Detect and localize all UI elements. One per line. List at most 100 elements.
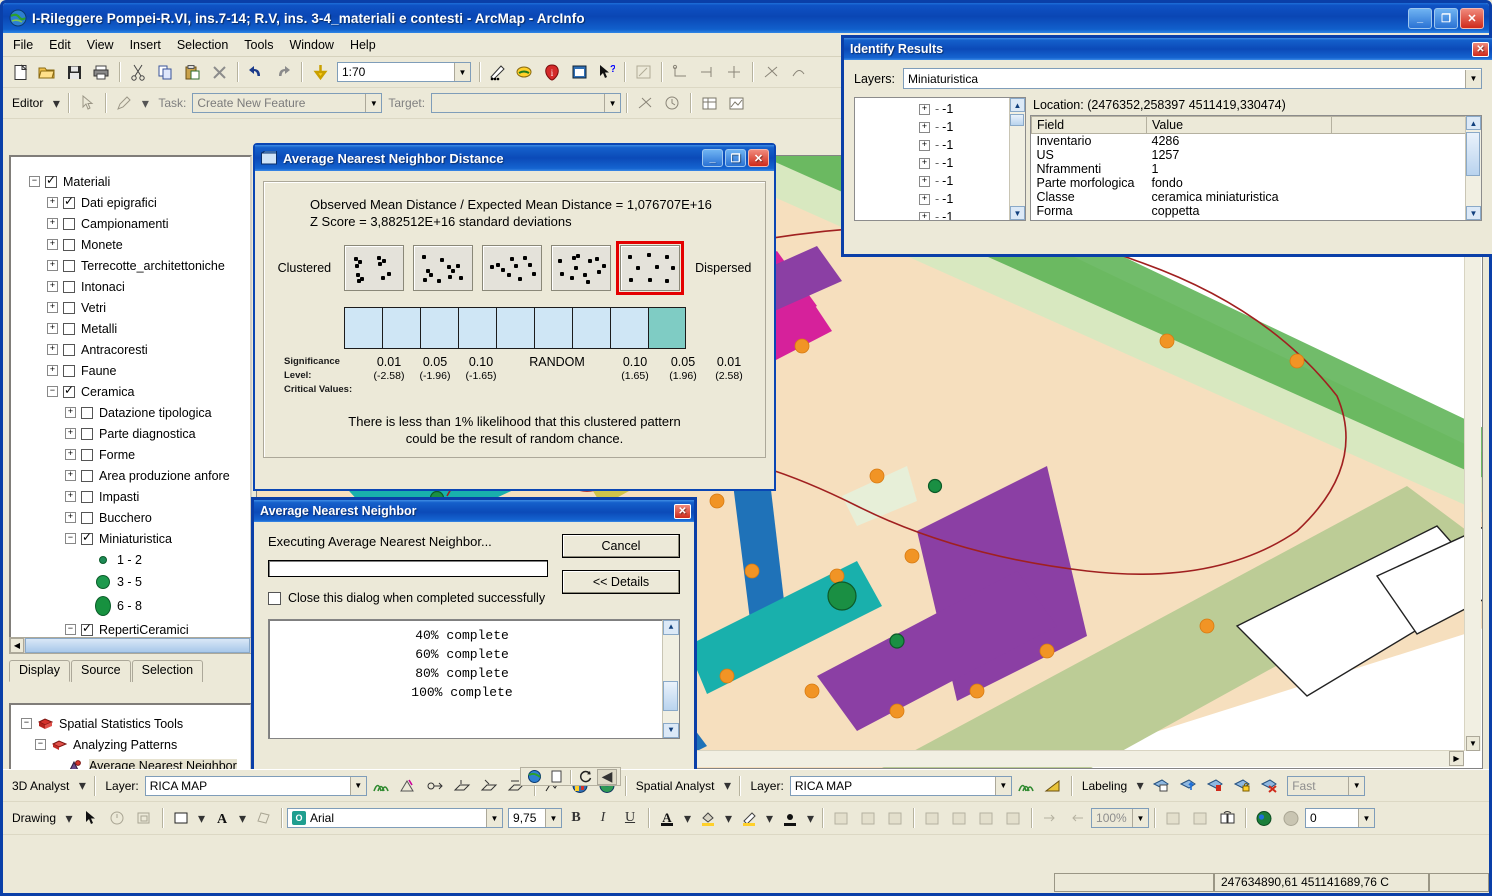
expand-icon[interactable]: + <box>47 260 58 271</box>
map-tips-icon[interactable] <box>512 60 538 85</box>
chevron-down-icon[interactable]: ▾ <box>49 91 63 116</box>
collapse-icon[interactable]: − <box>65 533 76 544</box>
cut-icon[interactable] <box>125 60 151 85</box>
toolbox-node-analyzing-patterns[interactable]: − Analyzing Patterns <box>17 734 250 755</box>
underline-button[interactable]: U <box>617 806 643 831</box>
toc-layer-row[interactable]: + Vetri <box>17 297 250 318</box>
label-manager-icon[interactable] <box>1148 773 1174 798</box>
table-row[interactable]: Nframmenti 1 <box>1032 162 1481 176</box>
chevron-down-icon[interactable]: ▼ <box>365 94 382 112</box>
expand-icon[interactable]: + <box>919 121 930 133</box>
close-dialog-checkbox[interactable] <box>268 591 281 605</box>
toc-window-icon[interactable] <box>566 60 592 85</box>
delete-icon[interactable] <box>206 60 232 85</box>
chevron-down-icon[interactable]: ▾ <box>62 806 76 831</box>
text-icon[interactable]: A <box>209 806 235 831</box>
select-arrow-icon[interactable] <box>77 806 103 831</box>
pattern-thumb-1[interactable] <box>413 245 474 291</box>
tab-selection[interactable]: Selection <box>131 660 204 682</box>
menu-item-selection[interactable]: Selection <box>177 38 228 52</box>
identify-close-button[interactable]: ✕ <box>1472 41 1489 57</box>
chevron-down-icon[interactable]: ▾ <box>1133 773 1147 798</box>
toc-layer-row[interactable]: + Monete <box>17 234 250 255</box>
table-row[interactable]: Classe ceramica miniaturistica <box>1032 190 1481 204</box>
expand-icon[interactable]: + <box>47 281 58 292</box>
layer-visibility-checkbox[interactable] <box>63 194 75 209</box>
zoom-percent-combo[interactable]: 100% ▼ <box>1091 808 1150 828</box>
identify-tree-scrollbar[interactable]: ▲ ▼ <box>1009 98 1025 220</box>
menu-item-file[interactable]: File <box>13 38 33 52</box>
close-button[interactable]: ✕ <box>1460 7 1484 29</box>
task-combo[interactable]: Create New Feature ▼ <box>192 93 383 113</box>
expand-icon[interactable]: + <box>919 175 930 187</box>
layer-visibility-checkbox[interactable] <box>63 259 75 272</box>
labeling-menu[interactable]: Labeling <box>1077 779 1132 793</box>
label-quality-combo[interactable]: Fast ▼ <box>1287 775 1366 796</box>
lock-labels-icon[interactable] <box>1229 773 1255 798</box>
toc-layer-row[interactable]: + Forme <box>17 444 250 465</box>
menu-item-insert[interactable]: Insert <box>130 38 161 52</box>
toc-layer-row[interactable]: − Miniaturistica <box>17 528 250 549</box>
column-header-value[interactable]: Value <box>1146 116 1332 134</box>
chevron-down-icon[interactable]: ▼ <box>545 809 562 827</box>
layer-visibility-checkbox[interactable] <box>81 511 93 524</box>
identify-attribute-table[interactable]: Field Value Inventario 4286 US 1257 Nframmen… <box>1030 115 1482 221</box>
spatial-analyst-menu[interactable]: Spatial Analyst <box>631 779 720 793</box>
chevron-down-icon[interactable]: ▾ <box>681 806 694 831</box>
chevron-down-icon[interactable]: ▼ <box>1358 809 1375 827</box>
collapse-icon[interactable]: − <box>47 386 58 397</box>
menu-item-edit[interactable]: Edit <box>49 38 71 52</box>
line-of-sight-icon[interactable] <box>422 773 448 798</box>
label-priority-icon[interactable] <box>1175 773 1201 798</box>
toc-layer-row[interactable]: − Ceramica <box>17 381 250 402</box>
globe-icon[interactable] <box>524 769 544 785</box>
table-row[interactable]: Forma coppetta <box>1032 204 1481 218</box>
target-combo[interactable]: ▼ <box>431 93 622 113</box>
table-of-contents[interactable]: − Materiali + Dati epigrafici + Campionamenti… <box>9 155 252 645</box>
chevron-down-icon[interactable]: ▾ <box>236 806 249 831</box>
scroll-right-arrow-icon[interactable]: ▶ <box>1449 751 1464 766</box>
expand-icon[interactable]: + <box>65 512 76 523</box>
chevron-down-icon[interactable]: ▾ <box>138 91 152 116</box>
layer-visibility-checkbox[interactable] <box>81 530 93 545</box>
arctoolbox-panel[interactable]: − Spatial Statistics Tools − Analyzing P… <box>9 703 252 779</box>
layer-visibility-checkbox[interactable] <box>63 343 75 356</box>
interpolate-polyline-icon[interactable] <box>476 773 502 798</box>
expand-icon[interactable]: + <box>919 139 930 151</box>
expand-icon[interactable]: + <box>47 344 58 355</box>
rotate-graphic-icon[interactable] <box>1251 806 1277 831</box>
refresh-icon[interactable] <box>575 769 595 785</box>
toc-layer-row[interactable]: + Faune <box>17 360 250 381</box>
line-color-icon[interactable] <box>736 806 762 831</box>
identify-layers-combo[interactable]: Miniaturistica ▼ <box>903 68 1482 89</box>
scroll-up-arrow-icon[interactable]: ▲ <box>1010 98 1025 112</box>
expand-icon[interactable]: + <box>47 218 58 229</box>
scroll-down-arrow-icon[interactable]: ▼ <box>1466 736 1480 751</box>
column-header-blank[interactable] <box>1331 116 1481 134</box>
tab-display[interactable]: Display <box>9 660 70 682</box>
identify-tree-scroll-thumb[interactable] <box>1010 114 1024 126</box>
view-unplaced-labels-icon[interactable] <box>1256 773 1282 798</box>
undo-icon[interactable] <box>243 60 269 85</box>
expand-icon[interactable]: + <box>65 491 76 502</box>
scroll-up-arrow-icon[interactable]: ▲ <box>1466 116 1481 130</box>
contour-icon[interactable] <box>368 773 394 798</box>
interpolate-line-icon[interactable] <box>449 773 475 798</box>
layer-visibility-checkbox[interactable] <box>63 280 75 293</box>
redo-icon[interactable] <box>270 60 296 85</box>
layer-visibility-checkbox[interactable] <box>63 217 75 230</box>
toc-layer-row[interactable]: + Area produzione anfore <box>17 465 250 486</box>
steepest-path-icon[interactable] <box>395 773 421 798</box>
scroll-down-arrow-icon[interactable]: ▼ <box>663 723 679 738</box>
chevron-down-icon[interactable]: ▼ <box>994 776 1011 795</box>
chevron-down-icon[interactable]: ▼ <box>349 776 366 795</box>
expand-icon[interactable]: + <box>919 103 930 115</box>
expand-icon[interactable]: + <box>65 428 76 439</box>
collapse-icon[interactable]: − <box>35 739 46 750</box>
scroll-down-arrow-icon[interactable]: ▼ <box>1466 206 1481 220</box>
font-size-combo[interactable]: 9,75 ▼ <box>508 808 563 828</box>
toc-layer-row[interactable]: + Terrecotte_architettoniche <box>17 255 250 276</box>
menu-item-view[interactable]: View <box>87 38 114 52</box>
toc-layer-row[interactable]: + Antracoresti <box>17 339 250 360</box>
3d-analyst-menu[interactable]: 3D Analyst <box>7 779 74 793</box>
